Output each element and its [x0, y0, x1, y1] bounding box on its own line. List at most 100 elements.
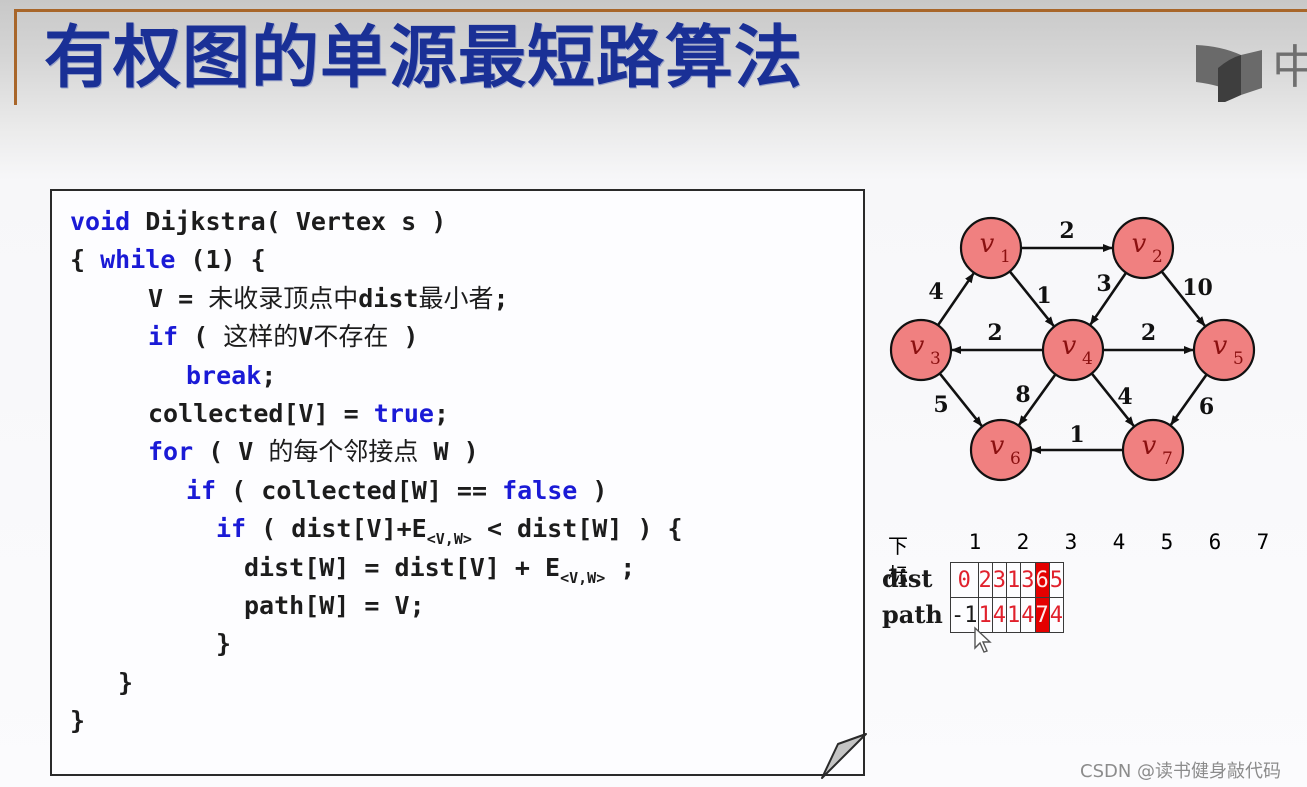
- page-fold-corner: [818, 730, 870, 780]
- index-cell: 1: [968, 530, 982, 554]
- code-token: ;: [605, 552, 636, 582]
- path-cell: 1: [1005, 597, 1022, 633]
- node-subscript: 6: [1010, 449, 1021, 469]
- index-cell: 4: [1112, 530, 1126, 554]
- code-line: }: [70, 664, 683, 702]
- mouse-cursor-icon: [974, 626, 992, 653]
- edge-weight-label: 2: [1141, 320, 1156, 346]
- code-keyword: true: [373, 398, 434, 428]
- path-cell: 4: [1020, 597, 1036, 633]
- node-label: v: [980, 229, 995, 259]
- path-row: -1 1 4 1 4 7 4: [950, 597, 1065, 633]
- code-line: if ( dist[V]+E<V,W> < dist[W] ) {: [70, 510, 683, 548]
- code-keyword: if: [186, 475, 217, 505]
- code-line: }: [70, 625, 683, 663]
- code-token: 这样的: [223, 322, 299, 352]
- code-keyword: void: [70, 207, 131, 236]
- title-left-rule: [14, 9, 17, 105]
- code-token: <V,W>: [426, 530, 472, 549]
- dist-cell: 5: [1048, 562, 1065, 598]
- node-subscript: 7: [1162, 449, 1173, 469]
- code-token: ): [577, 475, 608, 505]
- node-label: v: [1142, 431, 1157, 461]
- code-token: collected[V] =: [148, 398, 374, 428]
- code-token: <V,W>: [560, 568, 606, 587]
- edge-weight-label: 2: [1059, 218, 1074, 244]
- node-subscript: 4: [1082, 349, 1093, 369]
- code-keyword: if: [148, 322, 179, 352]
- graph-node-v7: v7: [1121, 418, 1185, 482]
- code-token: }: [70, 706, 86, 736]
- dist-row-label: dist: [882, 564, 933, 593]
- code-token: }: [118, 667, 134, 697]
- graph-node-v1: v1: [959, 216, 1023, 280]
- edge-weight-label: 1: [1069, 422, 1084, 448]
- dist-cell: 2: [977, 562, 993, 598]
- edge-weight-label: 2: [987, 320, 1002, 346]
- dist-cell: 3: [1020, 562, 1036, 598]
- code-token: (1) {: [175, 245, 266, 275]
- index-cell: 7: [1256, 530, 1270, 554]
- graph-node-v4: v4: [1041, 318, 1105, 382]
- code-token: W ): [418, 437, 479, 467]
- node-label: v: [1062, 331, 1077, 361]
- path-cell: 7: [1034, 597, 1050, 633]
- dist-cell: 0: [950, 562, 979, 598]
- code-token: ( dist[V]+E: [246, 514, 427, 544]
- code-token: 未收录顶点中: [208, 283, 359, 313]
- edge-weight-label: 6: [1199, 394, 1214, 420]
- code-token: ;: [434, 398, 450, 428]
- node-label: v: [910, 331, 925, 361]
- node-label: v: [990, 431, 1005, 461]
- code-line: dist[W] = dist[V] + E<V,W> ;: [70, 549, 683, 587]
- code-line: }: [70, 702, 683, 740]
- code-line: if ( 这样的V不存在 ): [70, 318, 683, 356]
- dijkstra-code: void Dijkstra( Vertex s ){ while (1) {V …: [70, 203, 683, 740]
- code-token: ( V: [193, 437, 269, 467]
- edge-weight-label: 1: [1036, 283, 1051, 309]
- node-subscript: 3: [930, 349, 941, 369]
- dist-path-table: 0231365 -1 1 4 1 4 7 4: [950, 562, 1065, 633]
- code-token: path[W] = V;: [244, 590, 425, 620]
- slide-title: 有权图的单源最短路算法: [44, 18, 804, 98]
- edge-weight-label: 10: [1182, 275, 1213, 301]
- code-token: ): [388, 322, 419, 352]
- code-token: }: [216, 629, 232, 659]
- code-token: dist: [358, 283, 419, 313]
- edge-weight-label: 4: [928, 279, 943, 305]
- code-line: { while (1) {: [70, 241, 683, 279]
- code-line: break;: [70, 357, 683, 395]
- logo-text: 中: [1272, 40, 1307, 94]
- index-cell: 3: [1064, 530, 1078, 554]
- code-keyword: for: [148, 437, 194, 467]
- graph-node-v3: v3: [889, 318, 953, 382]
- path-cell: 4: [1048, 597, 1065, 633]
- index-cell: 5: [1160, 530, 1174, 554]
- code-line: collected[V] = true;: [70, 395, 683, 433]
- code-token: ;: [493, 283, 509, 313]
- path-row-label: path: [882, 600, 943, 629]
- dist-cell: 6: [1034, 562, 1050, 598]
- code-token: < dist[W] ) {: [471, 514, 683, 544]
- code-keyword: false: [502, 475, 578, 505]
- node-subscript: 1: [1000, 247, 1011, 267]
- weighted-graph: 21 3 1042 25 8 4 61v 1 v 2v 3 v 4 v 5v 6 v 7: [889, 216, 1256, 482]
- dist-row: 0231365: [950, 562, 1065, 598]
- edge-weight-label: 3: [1096, 271, 1111, 297]
- code-token: {: [70, 245, 101, 275]
- code-token: ( collected[W] ==: [216, 475, 503, 505]
- graph-node-v6: v6: [969, 418, 1033, 482]
- node-label: v: [1213, 331, 1228, 361]
- code-token: 最小者: [418, 283, 494, 313]
- code-line: if ( collected[W] == false ): [70, 472, 683, 510]
- title-top-rule: [14, 9, 1307, 12]
- code-keyword: if: [216, 514, 247, 544]
- code-line: V = 未收录顶点中dist最小者;: [70, 280, 683, 318]
- code-token: dist[W] = dist[V] + E: [244, 552, 561, 582]
- code-token: 的每个邻接点: [268, 437, 419, 467]
- code-line: for ( V 的每个邻接点 W ): [70, 433, 683, 471]
- code-token: (: [178, 322, 224, 352]
- node-label: v: [1132, 229, 1147, 259]
- code-token: V =: [148, 283, 209, 313]
- watermark: CSDN @读书健身敲代码: [1080, 761, 1282, 782]
